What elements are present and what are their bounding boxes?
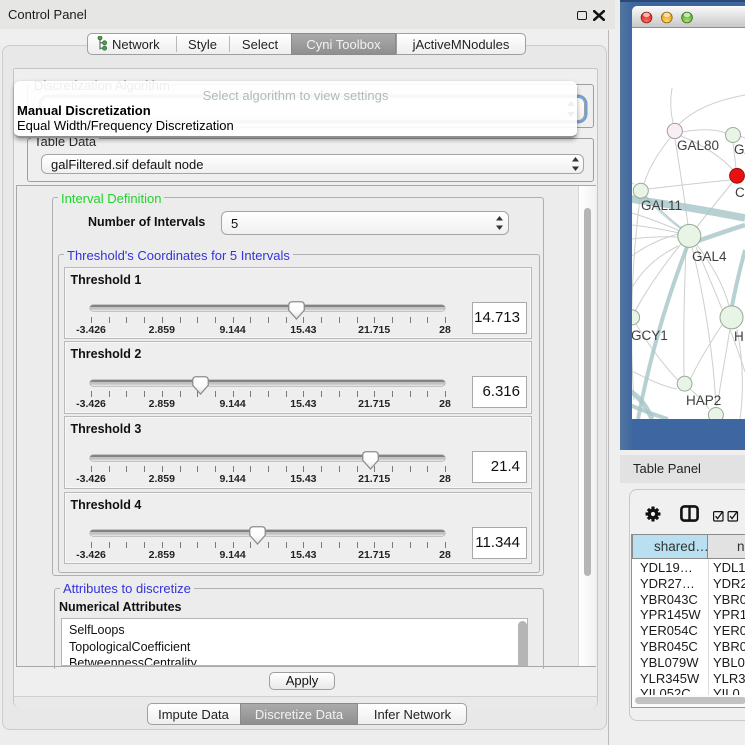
svg-text:GAL11: GAL11 <box>641 198 682 213</box>
svg-text:GCY1: GCY1 <box>632 328 668 343</box>
svg-text:GAL80: GAL80 <box>677 138 719 153</box>
svg-text:C: C <box>735 185 745 200</box>
svg-text:GAL4: GAL4 <box>692 249 727 264</box>
svg-text:H: H <box>734 329 744 344</box>
svg-text:HAP2: HAP2 <box>686 393 721 408</box>
svg-text:GA: GA <box>734 142 745 157</box>
